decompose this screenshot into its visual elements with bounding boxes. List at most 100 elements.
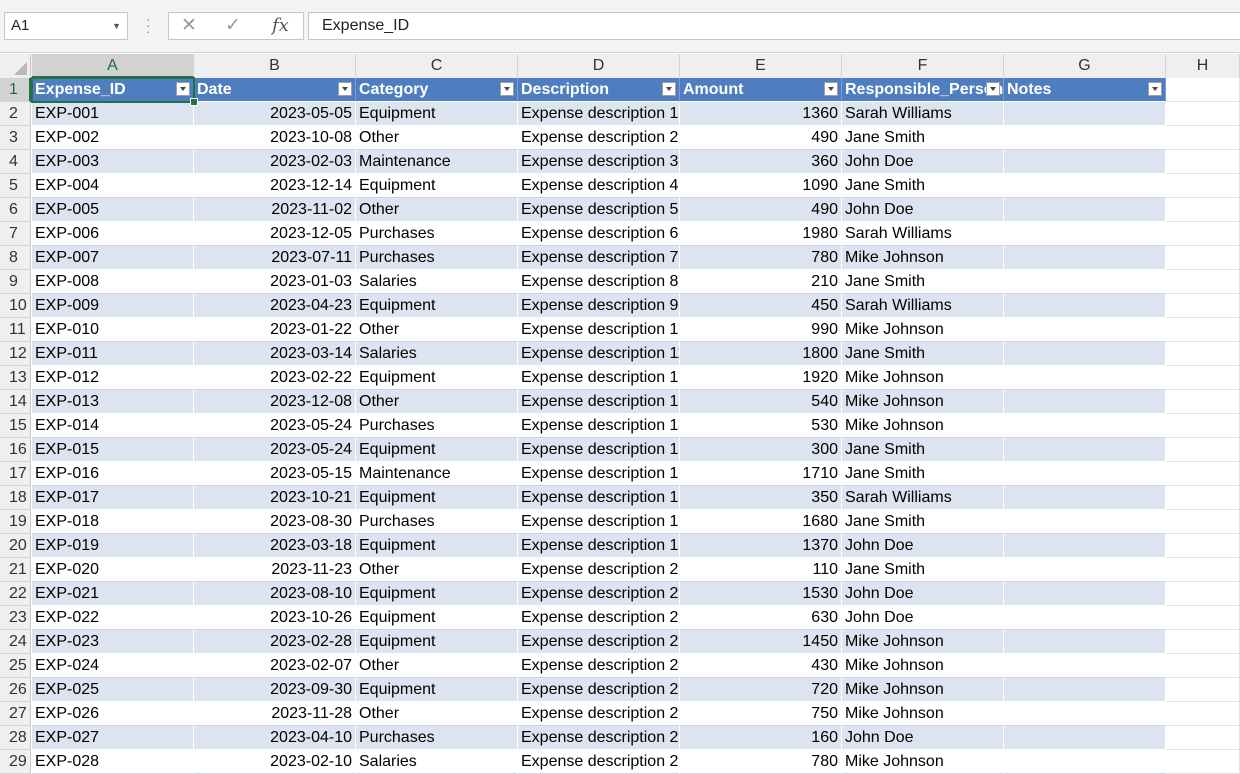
table-cell[interactable]: Other <box>356 198 518 222</box>
table-cell[interactable]: Equipment <box>356 438 518 462</box>
table-cell[interactable]: EXP-022 <box>32 606 194 630</box>
table-cell[interactable]: Mike Johnson <box>842 654 1004 678</box>
table-cell[interactable]: 2023-04-10 <box>194 726 356 750</box>
table-cell[interactable]: 1680 <box>680 510 842 534</box>
row-header-4[interactable]: 4 <box>0 150 31 174</box>
table-cell[interactable] <box>1004 678 1166 702</box>
empty-cell[interactable] <box>1166 270 1240 294</box>
empty-cell[interactable] <box>1166 702 1240 726</box>
table-cell[interactable]: Equipment <box>356 366 518 390</box>
table-cell[interactable]: Mike Johnson <box>842 318 1004 342</box>
table-cell[interactable]: 780 <box>680 750 842 774</box>
table-cell[interactable]: John Doe <box>842 606 1004 630</box>
table-header-cell[interactable]: Description <box>518 78 680 102</box>
table-header-cell[interactable]: Date <box>194 78 356 102</box>
table-cell[interactable]: Salaries <box>356 750 518 774</box>
table-cell[interactable]: Expense description 7 <box>518 246 680 270</box>
table-cell[interactable]: Expense description 14 <box>518 414 680 438</box>
table-cell[interactable] <box>1004 534 1166 558</box>
table-cell[interactable]: EXP-015 <box>32 438 194 462</box>
table-cell[interactable]: 2023-04-23 <box>194 294 356 318</box>
table-cell[interactable]: Equipment <box>356 678 518 702</box>
table-cell[interactable]: Expense description 13 <box>518 390 680 414</box>
table-cell[interactable]: 2023-11-02 <box>194 198 356 222</box>
table-cell[interactable]: EXP-001 <box>32 102 194 126</box>
filter-dropdown-icon[interactable] <box>986 82 1000 96</box>
table-cell[interactable]: 1800 <box>680 342 842 366</box>
column-header-a[interactable]: A <box>32 54 194 78</box>
table-cell[interactable]: Jane Smith <box>842 342 1004 366</box>
table-cell[interactable]: 2023-05-24 <box>194 438 356 462</box>
table-cell[interactable]: EXP-017 <box>32 486 194 510</box>
table-cell[interactable] <box>1004 294 1166 318</box>
empty-cell[interactable] <box>1166 534 1240 558</box>
row-header-3[interactable]: 3 <box>0 126 31 150</box>
table-cell[interactable]: Sarah Williams <box>842 294 1004 318</box>
table-cell[interactable]: Expense description 11 <box>518 342 680 366</box>
table-cell[interactable]: 2023-05-05 <box>194 102 356 126</box>
table-cell[interactable] <box>1004 342 1166 366</box>
table-cell[interactable]: Other <box>356 702 518 726</box>
table-cell[interactable]: Other <box>356 126 518 150</box>
table-cell[interactable] <box>1004 414 1166 438</box>
table-cell[interactable]: Expense description 3 <box>518 150 680 174</box>
name-box[interactable]: A1 ▼ <box>4 12 128 40</box>
table-cell[interactable]: 2023-07-11 <box>194 246 356 270</box>
empty-cell[interactable] <box>1166 294 1240 318</box>
table-cell[interactable]: Expense description 24 <box>518 654 680 678</box>
table-cell[interactable]: Sarah Williams <box>842 486 1004 510</box>
table-cell[interactable]: 2023-02-07 <box>194 654 356 678</box>
table-cell[interactable]: 160 <box>680 726 842 750</box>
row-header-13[interactable]: 13 <box>0 366 31 390</box>
table-cell[interactable]: EXP-005 <box>32 198 194 222</box>
table-cell[interactable]: Purchases <box>356 510 518 534</box>
row-header-25[interactable]: 25 <box>0 654 31 678</box>
row-header-28[interactable]: 28 <box>0 726 31 750</box>
table-cell[interactable]: Equipment <box>356 534 518 558</box>
table-cell[interactable]: Jane Smith <box>842 126 1004 150</box>
table-cell[interactable]: Expense description 5 <box>518 198 680 222</box>
row-header-14[interactable]: 14 <box>0 390 31 414</box>
table-cell[interactable]: Equipment <box>356 630 518 654</box>
table-cell[interactable]: 430 <box>680 654 842 678</box>
table-cell[interactable]: Jane Smith <box>842 438 1004 462</box>
table-cell[interactable]: Expense description 21 <box>518 582 680 606</box>
table-cell[interactable]: 1370 <box>680 534 842 558</box>
table-cell[interactable]: 2023-02-22 <box>194 366 356 390</box>
table-cell[interactable] <box>1004 222 1166 246</box>
column-header-f[interactable]: F <box>842 54 1004 78</box>
empty-cell[interactable] <box>1166 198 1240 222</box>
table-header-cell[interactable]: Amount <box>680 78 842 102</box>
table-cell[interactable] <box>1004 750 1166 774</box>
select-all-button[interactable] <box>0 54 31 78</box>
row-header-20[interactable]: 20 <box>0 534 31 558</box>
table-cell[interactable]: 2023-02-10 <box>194 750 356 774</box>
table-cell[interactable] <box>1004 558 1166 582</box>
table-cell[interactable]: EXP-025 <box>32 678 194 702</box>
table-cell[interactable]: EXP-003 <box>32 150 194 174</box>
table-cell[interactable]: Purchases <box>356 726 518 750</box>
table-cell[interactable]: Expense description 25 <box>518 678 680 702</box>
table-cell[interactable]: Mike Johnson <box>842 702 1004 726</box>
table-cell[interactable] <box>1004 438 1166 462</box>
table-cell[interactable]: Expense description 1 <box>518 102 680 126</box>
table-cell[interactable]: 630 <box>680 606 842 630</box>
table-cell[interactable]: Expense description 17 <box>518 486 680 510</box>
row-header-22[interactable]: 22 <box>0 582 31 606</box>
table-cell[interactable]: 2023-02-03 <box>194 150 356 174</box>
table-cell[interactable]: John Doe <box>842 150 1004 174</box>
row-header-16[interactable]: 16 <box>0 438 31 462</box>
empty-cell[interactable] <box>1166 222 1240 246</box>
empty-cell[interactable] <box>1166 342 1240 366</box>
table-cell[interactable] <box>1004 390 1166 414</box>
table-cell[interactable]: Mike Johnson <box>842 366 1004 390</box>
table-cell[interactable]: 1710 <box>680 462 842 486</box>
table-cell[interactable]: Expense description 19 <box>518 534 680 558</box>
table-header-cell[interactable]: Category <box>356 78 518 102</box>
cancel-x-icon[interactable]: ✕ <box>181 15 197 37</box>
table-cell[interactable] <box>1004 174 1166 198</box>
table-cell[interactable]: 490 <box>680 198 842 222</box>
table-cell[interactable] <box>1004 270 1166 294</box>
empty-cell[interactable] <box>1166 246 1240 270</box>
table-cell[interactable]: John Doe <box>842 534 1004 558</box>
